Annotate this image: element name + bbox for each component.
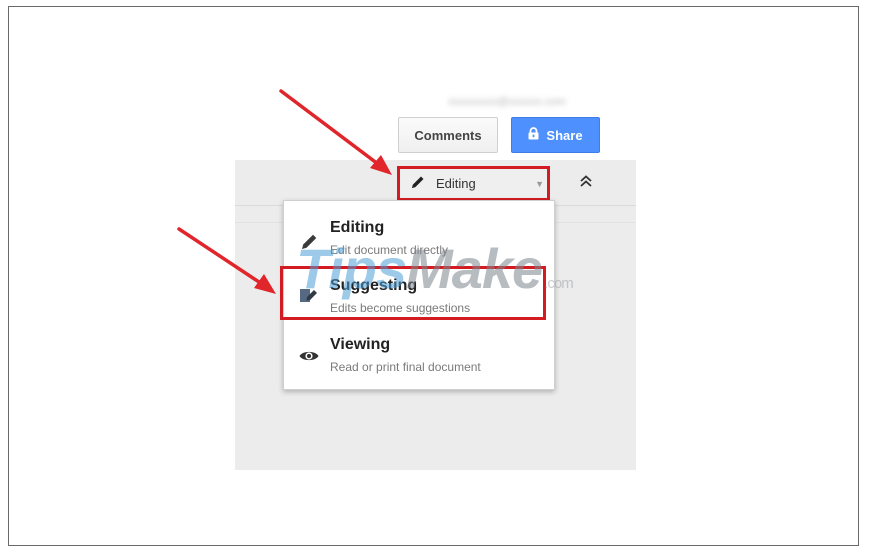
comments-button[interactable]: Comments [398,117,498,153]
collapse-menus-button[interactable] [574,170,598,196]
share-button[interactable]: Share [511,117,600,153]
menu-item-viewing[interactable]: Viewing Read or print final document [284,336,554,396]
menu-item-title: Viewing [330,336,391,353]
editing-mode-label: Editing [436,176,476,191]
chevron-down-icon: ▼ [535,179,544,189]
double-chevron-up-icon [579,174,593,193]
editing-mode-button[interactable]: Editing ▼ [397,166,550,201]
lock-icon [528,127,539,143]
suggesting-highlight-box [280,266,546,320]
menu-item-description: Edit document directly [330,243,449,257]
menu-item-title: Editing [330,219,385,236]
pencil-icon [410,174,426,193]
eye-icon [298,345,320,367]
comments-button-label: Comments [414,127,482,143]
share-button-label: Share [546,127,583,143]
menu-item-description: Read or print final document [330,360,481,374]
pencil-icon [298,230,320,252]
account-email: xxxxxxxxx@xxxxxx.com [448,96,566,108]
